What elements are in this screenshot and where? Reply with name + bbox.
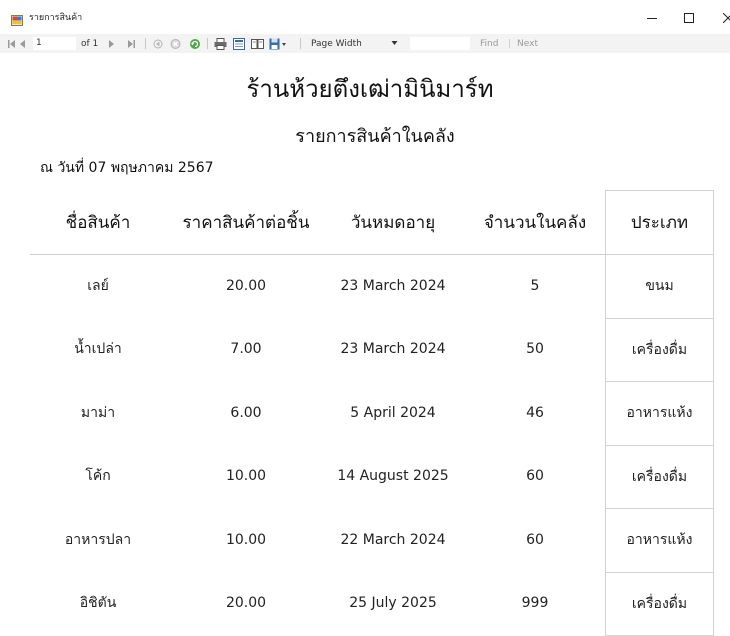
report-app-icon [11, 11, 23, 22]
table-cell-type: อาหารแห้ง [605, 381, 714, 446]
column-header: วันหมดอายุ [318, 190, 468, 255]
table-cell-expiry: 14 August 2025 [318, 445, 468, 509]
find-text-input[interactable] [410, 37, 470, 50]
first-page-icon[interactable] [7, 38, 16, 50]
table-cell-qty: 60 [475, 445, 595, 509]
report-viewer-toolbar: 1 of 1 Page Width Find | Next [0, 34, 730, 53]
table-cell-price: 7.00 [171, 318, 321, 382]
maximize-button[interactable] [677, 6, 701, 28]
table-cell-type: ขนม [605, 254, 714, 319]
minimize-button[interactable] [640, 6, 664, 28]
current-page-input[interactable]: 1 [33, 37, 76, 50]
refresh-icon[interactable] [189, 38, 201, 50]
close-icon [723, 8, 730, 27]
table-cell-qty: 999 [475, 572, 595, 636]
chevron-down-icon[interactable] [391, 39, 398, 51]
table-cell-name: อิชิตัน [28, 572, 168, 636]
last-page-icon[interactable] [127, 38, 136, 50]
table-cell-qty: 50 [475, 318, 595, 382]
table-cell-type: เครื่องดื่ม [605, 318, 714, 383]
table-cell-qty: 46 [475, 381, 595, 445]
column-header: จำนวนในคลัง [475, 190, 595, 255]
table-cell-name: น้ำเปล่า [28, 318, 168, 382]
table-cell-expiry: 22 March 2024 [318, 508, 468, 572]
find-button[interactable]: Find [480, 38, 498, 50]
page-setup-icon[interactable] [251, 38, 264, 50]
report-canvas: ร้านห้วยตึงเฒ่ามินิมาร์ท รายการสินค้าในค… [0, 53, 730, 629]
find-next-button[interactable]: Next [517, 38, 538, 50]
table-cell-name: โค้ก [28, 445, 168, 509]
toolbar-divider [145, 38, 146, 49]
print-layout-icon[interactable] [233, 38, 245, 50]
stop-icon[interactable] [170, 38, 181, 50]
print-icon[interactable] [214, 38, 227, 50]
table-cell-name: เลย์ [28, 254, 168, 318]
maximize-icon [684, 8, 694, 27]
report-date: ณ วันที่ 07 พฤษภาคม 2567 [40, 157, 214, 179]
store-name: ร้านห้วยตึงเฒ่ามินิมาร์ท [0, 69, 730, 108]
window-title: รายการสินค้า [29, 10, 82, 24]
report-title: รายการสินค้าในคลัง [0, 121, 730, 150]
page-count-label: of 1 [81, 38, 98, 50]
table-cell-name: มาม่า [28, 381, 168, 445]
table-cell-price: 20.00 [171, 254, 321, 318]
toolbar-divider [207, 38, 208, 49]
minimize-icon [647, 8, 657, 27]
table-cell-expiry: 25 July 2025 [318, 572, 468, 636]
column-header: ประเภท [605, 190, 714, 255]
column-header: ชื่อสินค้า [28, 190, 168, 255]
table-cell-expiry: 5 April 2024 [318, 381, 468, 445]
table-cell-type: อาหารแห้ง [605, 508, 714, 573]
table-cell-price: 20.00 [171, 572, 321, 636]
back-icon[interactable] [153, 38, 163, 50]
export-icon[interactable] [269, 38, 287, 50]
toolbar-divider [300, 38, 301, 49]
table-cell-name: อาหารปลา [28, 508, 168, 572]
table-cell-price: 10.00 [171, 445, 321, 509]
table-cell-expiry: 23 March 2024 [318, 318, 468, 382]
table-cell-price: 10.00 [171, 508, 321, 572]
window-title-bar: รายการสินค้า [0, 0, 730, 34]
next-page-icon[interactable] [108, 38, 115, 50]
table-cell-type: เครื่องดื่ม [605, 445, 714, 510]
table-cell-type: เครื่องดื่ม [605, 572, 714, 636]
previous-page-icon[interactable] [19, 38, 26, 50]
table-cell-price: 6.00 [171, 381, 321, 445]
close-button[interactable] [716, 6, 730, 28]
zoom-select[interactable]: Page Width [311, 38, 362, 50]
table-cell-expiry: 23 March 2024 [318, 254, 468, 318]
table-cell-qty: 60 [475, 508, 595, 572]
table-cell-qty: 5 [475, 254, 595, 318]
column-header: ราคาสินค้าต่อชิ้น [171, 190, 321, 255]
find-separator: | [508, 38, 511, 50]
